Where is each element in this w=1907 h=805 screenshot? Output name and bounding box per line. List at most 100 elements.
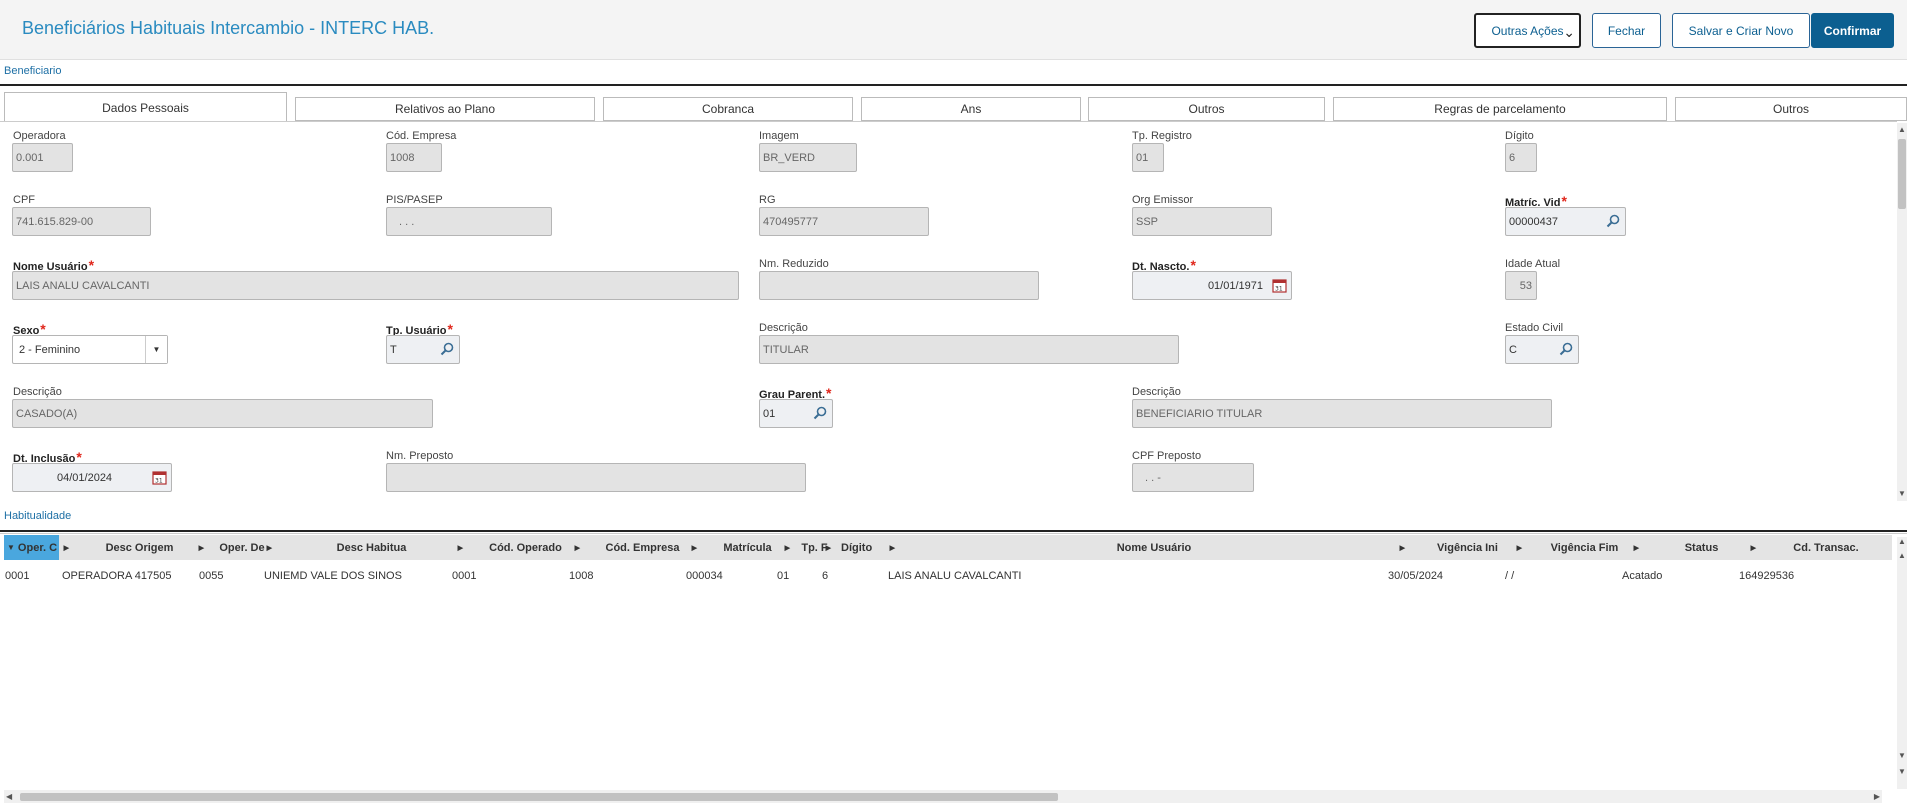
tab-outros-2[interactable]: Outros [1675, 97, 1907, 121]
col-desc-origem[interactable]: Desc Origem ▶ [71, 535, 208, 560]
calendar-icon[interactable]: 31 [152, 470, 167, 485]
scroll-top-icon[interactable]: ▲ [1898, 537, 1906, 546]
col-oper-c[interactable]: ▼ Oper. C [4, 535, 59, 560]
cell-desc-habitua: UNIEMD VALE DOS SINOS [264, 570, 402, 582]
nm-preposto-field[interactable] [386, 463, 806, 492]
grid-horizontal-scrollbar[interactable]: ◀ ▶ [4, 790, 1882, 803]
nm-preposto-label: Nm. Preposto [386, 450, 454, 462]
cod-empresa-field[interactable]: 1008 [386, 143, 442, 172]
cell-cd-transac: 164929536 [1739, 570, 1795, 582]
save-and-new-button[interactable]: Salvar e Criar Novo [1672, 13, 1810, 48]
tp-usuario-field[interactable]: T [386, 335, 460, 364]
sort-arrow-icon: ▶ [691, 544, 697, 552]
descricao-ec-label: Descrição [13, 386, 62, 398]
dados-pessoais-form [0, 121, 1897, 504]
dt-inclusao-field[interactable]: 04/01/2024 31 [12, 463, 172, 492]
scroll-right-icon[interactable]: ▶ [1874, 792, 1880, 801]
cpf-preposto-field[interactable]: . . - [1132, 463, 1254, 492]
cell-oper-c: 0001 [5, 570, 30, 582]
col-oper-de[interactable]: Oper. De ▶ [208, 535, 276, 560]
col-vigencia-fim[interactable]: Vigência Fim ▶ [1526, 535, 1643, 560]
tab-cobranca[interactable]: Cobranca [603, 97, 853, 121]
chevron-down-icon[interactable]: ▼ [145, 336, 167, 363]
col-cd-transac[interactable]: Cd. Transac. [1760, 535, 1892, 560]
nome-usuario-field[interactable]: LAIS ANALU CAVALCANTI [12, 271, 739, 300]
col-cod-empresa[interactable]: Cód. Empresa ▶ [584, 535, 701, 560]
tp-usuario-value: T [390, 343, 397, 356]
scroll-down-icon[interactable]: ▼ [1898, 489, 1906, 498]
col-vigencia-ini[interactable]: Vigência Ini ▶ [1409, 535, 1526, 560]
scroll-up-icon[interactable]: ▲ [1898, 551, 1906, 560]
imagem-field[interactable]: BR_VERD [759, 143, 857, 172]
sort-arrow-icon: ▶ [1516, 544, 1522, 552]
col-matricula[interactable]: Matrícula ▶ [701, 535, 794, 560]
matric-vid-field[interactable]: 00000437 [1505, 207, 1626, 236]
dt-nascto-field[interactable]: 01/01/1971 31 [1132, 271, 1292, 300]
sort-arrow-icon[interactable]: ▶ [64, 544, 69, 552]
calendar-icon[interactable]: 31 [1272, 278, 1287, 293]
descricao-gp-field[interactable]: BENEFICIARIO TITULAR [1132, 399, 1552, 428]
confirm-button[interactable]: Confirmar [1811, 13, 1894, 48]
tab-ans[interactable]: Ans [861, 97, 1081, 121]
col-status[interactable]: Status ▶ [1643, 535, 1760, 560]
cell-digito: 6 [822, 570, 829, 582]
col-digito[interactable]: Dígito ▶ [835, 535, 899, 560]
search-icon[interactable] [813, 406, 827, 420]
col-divider: ▶ [61, 535, 71, 560]
tab-relativos-plano[interactable]: Relativos ao Plano [295, 97, 595, 121]
digito-label: Dígito [1505, 130, 1534, 142]
form-scrollbar[interactable]: ▲ ▼ [1897, 123, 1907, 501]
grau-parent-field[interactable]: 01 [759, 399, 833, 428]
col-desc-habitua[interactable]: Desc Habitua ▶ [276, 535, 467, 560]
sexo-select[interactable]: 2 - Feminino ▼ [12, 335, 168, 364]
tp-registro-field[interactable]: 01 [1132, 143, 1164, 172]
scroll-bottom-icon[interactable]: ▼ [1898, 767, 1906, 776]
tab-outros[interactable]: Outros [1088, 97, 1325, 121]
col-tp-f[interactable]: Tp. F ▶ [794, 535, 835, 560]
more-actions-button[interactable]: Outras Ações ⌄ [1474, 13, 1581, 48]
sort-arrow-icon: ▶ [1399, 544, 1405, 552]
cell-matricula: 000034 [686, 570, 723, 582]
descricao-tp-field[interactable]: TITULAR [759, 335, 1179, 364]
cpf-field[interactable]: 741.615.829-00 [12, 207, 151, 236]
col-nome-usuario[interactable]: Nome Usuário ▶ [899, 535, 1409, 560]
idade-atual-field[interactable]: 53 [1505, 271, 1537, 300]
rg-field[interactable]: 470495777 [759, 207, 929, 236]
operadora-field[interactable]: 0.001 [12, 143, 73, 172]
cell-vigencia-ini: 30/05/2024 [1388, 570, 1444, 582]
estado-civil-value: C [1509, 343, 1517, 356]
close-button[interactable]: Fechar [1592, 13, 1661, 48]
sort-arrow-icon: ▶ [1750, 544, 1756, 552]
search-icon[interactable] [440, 342, 454, 356]
nm-reduzido-field[interactable] [759, 271, 1039, 300]
tab-regras-parcelamento[interactable]: Regras de parcelamento [1333, 97, 1667, 121]
descricao-gp-label: Descrição [1132, 386, 1181, 398]
matric-vid-value: 00000437 [1509, 215, 1558, 228]
sort-arrow-icon: ▶ [889, 544, 895, 552]
search-icon[interactable] [1559, 342, 1573, 356]
scroll-down-icon[interactable]: ▼ [1898, 751, 1906, 760]
grid-horizontal-scrollbar-thumb[interactable] [20, 793, 1058, 801]
form-scrollbar-thumb[interactable] [1898, 139, 1906, 209]
scroll-up-icon[interactable]: ▲ [1898, 125, 1906, 134]
svg-text:31: 31 [155, 478, 163, 485]
pis-field[interactable]: . . . [386, 207, 552, 236]
org-emissor-field[interactable]: SSP [1132, 207, 1272, 236]
col-cod-operado[interactable]: Cód. Operado ▶ [467, 535, 584, 560]
cod-empresa-label: Cód. Empresa [386, 130, 457, 142]
digito-field[interactable]: 6 [1505, 143, 1537, 172]
tab-dados-pessoais[interactable]: Dados Pessoais [4, 92, 287, 122]
operadora-label: Operadora [13, 130, 66, 142]
svg-text:31: 31 [1275, 286, 1283, 293]
descricao-ec-field[interactable]: CASADO(A) [12, 399, 433, 428]
grid-scrollbar[interactable]: ▲ ▲ ▼ ▼ [1897, 537, 1907, 789]
sort-arrow-icon: ▶ [784, 544, 790, 552]
search-icon[interactable] [1606, 214, 1620, 228]
idade-atual-label: Idade Atual [1505, 258, 1561, 270]
scroll-left-icon[interactable]: ◀ [6, 792, 12, 801]
cpf-preposto-label: CPF Preposto [1132, 450, 1202, 462]
cell-cod-empresa: 1008 [569, 570, 594, 582]
estado-civil-field[interactable]: C [1505, 335, 1579, 364]
grau-parent-value: 01 [763, 407, 776, 420]
dt-nascto-value: 01/01/1971 [1207, 279, 1263, 292]
